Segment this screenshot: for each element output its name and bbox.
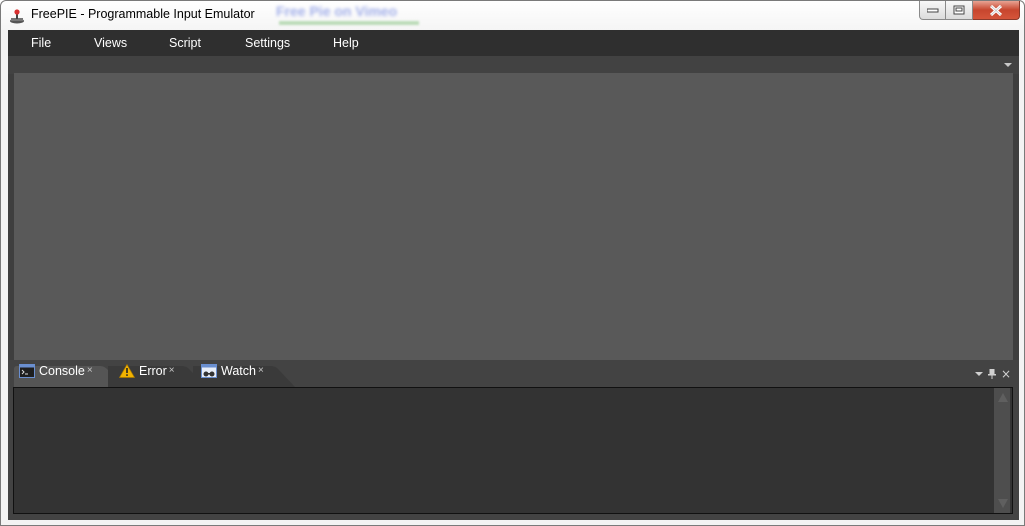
scroll-up-icon[interactable] [998, 393, 1008, 402]
joystick-icon [10, 9, 24, 24]
pane-controls: × [974, 368, 1011, 380]
client-area: File Views Script Settings Help Console … [8, 30, 1019, 520]
background-window-link [279, 21, 419, 25]
menu-file[interactable]: File [31, 36, 51, 50]
chevron-down-icon[interactable] [1004, 63, 1012, 67]
title-bar[interactable]: FreePIE - Programmable Input Emulator Fr… [1, 1, 1024, 30]
tool-pane: Console × Error × Watch × × [8, 360, 1019, 520]
tab-console[interactable]: Console × [14, 360, 93, 381]
document-tab-strip [8, 56, 1019, 74]
background-window-text: Free Pie on Vimeo [276, 3, 398, 19]
menu-script[interactable]: Script [169, 36, 201, 50]
close-button[interactable] [973, 1, 1020, 20]
maximize-icon [953, 5, 965, 15]
tab-error-label: Error [139, 363, 167, 378]
tab-watch-close[interactable]: × [258, 365, 264, 376]
minimize-icon [926, 8, 938, 13]
scroll-down-icon[interactable] [998, 499, 1008, 508]
pane-close-button[interactable]: × [1001, 368, 1011, 380]
console-icon [19, 363, 35, 378]
watch-icon [201, 363, 217, 378]
minimize-button[interactable] [919, 1, 946, 20]
chevron-down-icon[interactable] [974, 372, 983, 376]
menu-help[interactable]: Help [333, 36, 359, 50]
tab-console-label: Console [39, 363, 85, 378]
warning-icon [119, 363, 135, 378]
tab-error[interactable]: Error × [114, 360, 175, 381]
close-icon [989, 4, 1003, 16]
tab-error-close[interactable]: × [169, 365, 175, 376]
menu-views[interactable]: Views [94, 36, 127, 50]
tab-watch[interactable]: Watch × [196, 360, 264, 381]
window-title: FreePIE - Programmable Input Emulator [31, 7, 255, 21]
maximize-button[interactable] [946, 1, 973, 20]
tab-console-close[interactable]: × [87, 365, 93, 376]
menu-settings[interactable]: Settings [245, 36, 290, 50]
window-controls [919, 1, 1020, 21]
script-editor-area[interactable] [14, 73, 1013, 360]
vertical-scrollbar[interactable] [994, 388, 1010, 513]
pin-icon[interactable] [987, 369, 996, 379]
tab-watch-label: Watch [221, 363, 256, 378]
app-window: FreePIE - Programmable Input Emulator Fr… [0, 0, 1025, 526]
console-output[interactable] [13, 387, 1013, 514]
menu-bar: File Views Script Settings Help [8, 30, 1019, 56]
